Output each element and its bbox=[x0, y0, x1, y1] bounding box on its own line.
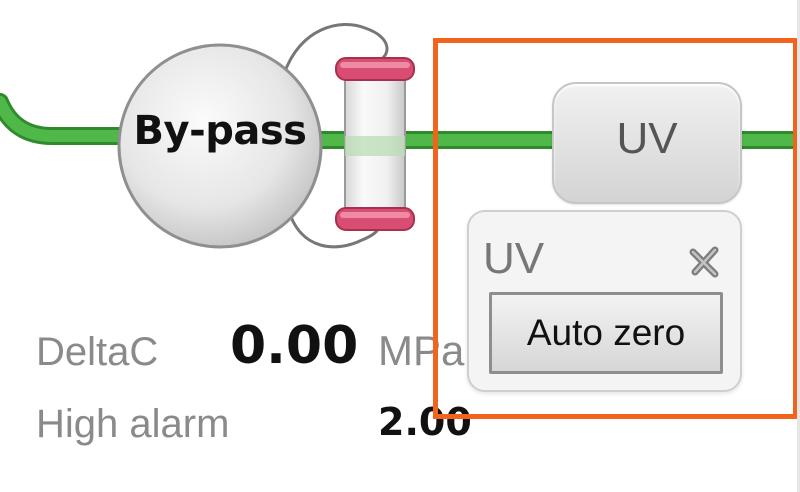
uv-popup: UV Auto zero bbox=[467, 210, 742, 392]
flow-view: By-pass UV UV Auto zero DeltaC 0.00 MPa … bbox=[0, 0, 800, 492]
uv-detector-label: UV bbox=[616, 114, 678, 163]
auto-zero-button[interactable]: Auto zero bbox=[489, 292, 723, 374]
uv-popup-title: UV bbox=[483, 234, 545, 283]
column-top-cap bbox=[335, 57, 415, 81]
column[interactable] bbox=[335, 57, 415, 231]
high-alarm-value: 2.00 bbox=[378, 400, 472, 444]
deltac-value: 0.00 bbox=[230, 316, 359, 376]
deltac-label: DeltaC bbox=[36, 330, 159, 374]
column-bottom-cap bbox=[335, 207, 415, 231]
close-icon[interactable] bbox=[687, 244, 723, 280]
uv-detector[interactable]: UV bbox=[552, 82, 742, 204]
bypass-valve-label: By-pass bbox=[133, 108, 307, 154]
deltac-unit: MPa bbox=[378, 327, 465, 374]
high-alarm-label: High alarm bbox=[36, 402, 230, 446]
